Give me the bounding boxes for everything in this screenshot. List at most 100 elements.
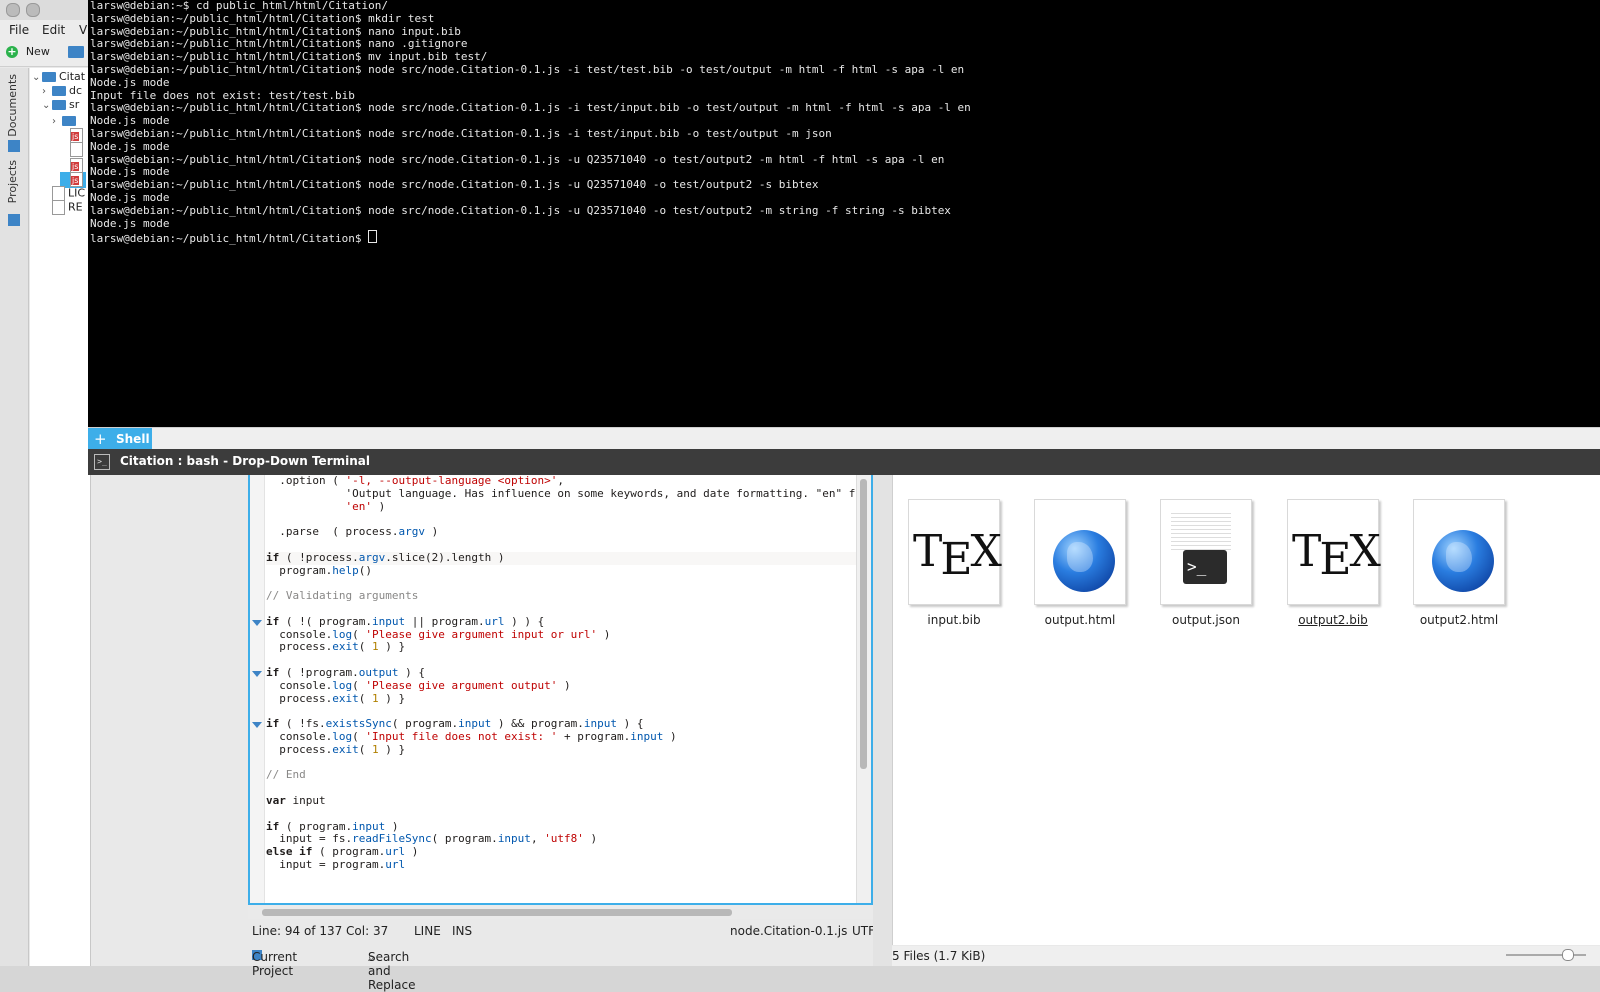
- tex-icon: TEX: [908, 499, 1002, 605]
- tab-projects[interactable]: Projects: [6, 160, 19, 203]
- tree-item[interactable]: RE: [42, 200, 83, 216]
- selection-mode[interactable]: LINE: [414, 924, 441, 938]
- documents-icon: [8, 140, 20, 152]
- terminal-prompt-line[interactable]: larsw@debian:~/public_html/html/Citation…: [90, 230, 1600, 246]
- projects-icon: [8, 214, 20, 226]
- file-count-status: 5 Files (1.7 KiB): [892, 949, 986, 963]
- window-menu-icon[interactable]: [6, 3, 20, 17]
- chevron-right-icon[interactable]: ›: [52, 116, 62, 127]
- terminal-line: Node.js mode: [90, 75, 170, 89]
- tab-documents[interactable]: Documents: [6, 74, 19, 137]
- folder-icon: [62, 116, 76, 126]
- hscroll-thumb[interactable]: [262, 909, 732, 916]
- tree-item-label: RE: [68, 200, 83, 214]
- editor-menubar: File Edit V: [0, 20, 90, 40]
- file-item[interactable]: TEX input.bib: [899, 499, 1009, 627]
- code-line: // End: [266, 768, 306, 782]
- terminal-output[interactable]: larsw@debian:~$ cd public_html/html/Cita…: [88, 0, 1600, 427]
- fold-arrow-icon[interactable]: [252, 671, 262, 677]
- chevron-down-icon[interactable]: ⌄: [42, 100, 52, 111]
- chevron-right-icon[interactable]: ›: [42, 86, 52, 97]
- file-item[interactable]: output2.html: [1404, 499, 1514, 627]
- code-line: program.help(): [266, 563, 372, 577]
- editor-toolbar: + New: [0, 40, 90, 67]
- terminal-line: larsw@debian:~/public_html/html/Citation…: [90, 178, 819, 192]
- file-name-status: node.Citation-0.1.js: [730, 924, 848, 938]
- terminal-icon: >_: [94, 454, 110, 470]
- js-file-icon: js: [70, 128, 83, 143]
- terminal-cursor: [368, 230, 378, 244]
- folder-icon: [52, 86, 66, 96]
- code-line: var input: [266, 793, 326, 807]
- insert-mode[interactable]: INS: [452, 924, 472, 938]
- chevron-down-icon[interactable]: ⌄: [32, 72, 42, 83]
- file-name: output.json: [1172, 613, 1240, 627]
- scroll-thumb[interactable]: [860, 479, 867, 769]
- code-line: // Validating arguments: [266, 589, 419, 603]
- code-line: input = program.url: [266, 857, 406, 871]
- globe-icon: [1034, 499, 1126, 605]
- terminal-line: Node.js mode: [90, 139, 170, 153]
- terminal-line: larsw@debian:~$ cd public_html/html/Cita…: [90, 0, 389, 12]
- code-line: 'en' ): [345, 499, 386, 513]
- window-minimize-icon[interactable]: [26, 3, 40, 17]
- text-file-icon: [52, 200, 65, 215]
- text-file-icon: [70, 142, 83, 157]
- zoom-slider[interactable]: [1506, 949, 1586, 961]
- editor-statusbar: Line: 94 of 137 Col: 37 LINE INS node.Ci…: [248, 921, 888, 941]
- bottom-toolview-tabs: Current Project ⌕ Search and Replace: [248, 944, 888, 992]
- folder-icon: [42, 72, 56, 82]
- new-document-button[interactable]: + New: [6, 44, 50, 62]
- new-tab-icon[interactable]: +: [94, 430, 107, 448]
- tree-item-label: dc: [69, 84, 83, 97]
- terminal-titlebar: >_ Citation : bash - Drop-Down Terminal: [88, 449, 1600, 475]
- menu-file[interactable]: File: [9, 23, 29, 37]
- panel-divider[interactable]: [873, 475, 892, 966]
- menu-view[interactable]: V: [79, 23, 87, 37]
- vertical-scrollbar[interactable]: [856, 475, 871, 903]
- menu-edit[interactable]: Edit: [42, 23, 65, 37]
- terminal-line: larsw@debian:~/public_html/html/Citation…: [90, 11, 435, 25]
- new-plus-icon: +: [6, 45, 18, 58]
- code-line: process.exit( 1 ) }: [266, 691, 406, 705]
- file-item[interactable]: >_ output.json: [1151, 499, 1261, 627]
- tree-item[interactable]: [60, 142, 86, 158]
- file-manager-view[interactable]: TEX input.bib output.html >_ output.json TEX o…: [892, 475, 1600, 945]
- terminal-line: larsw@debian:~/public_html/html/Citation…: [90, 62, 965, 76]
- tree-item-label: Citat: [59, 70, 86, 83]
- shell-tab-label: Shell: [116, 432, 150, 446]
- terminal-line: Node.js mode: [90, 190, 170, 204]
- file-name: output.html: [1044, 613, 1116, 627]
- fold-arrow-icon[interactable]: [252, 619, 262, 626]
- js-file-icon: js: [70, 158, 83, 173]
- zoom-handle[interactable]: [1562, 949, 1574, 961]
- current-project-label: Current Project: [252, 950, 298, 978]
- sidebar-tabs: Documents Projects: [0, 68, 29, 966]
- terminal-tabbar: + Shell: [88, 427, 1600, 450]
- folder-icon: [52, 100, 66, 110]
- cursor-position[interactable]: Line: 94 of 137 Col: 37: [252, 924, 388, 938]
- file-name: output2.html: [1419, 613, 1499, 627]
- code-line: process.exit( 1 ) }: [266, 742, 406, 756]
- project-tree: ⌄ Citat › dc ⌄ sr › js js js LIC RE: [30, 68, 91, 966]
- file-item[interactable]: TEX output2.bib: [1278, 499, 1388, 627]
- horizontal-scrollbar[interactable]: [248, 905, 873, 919]
- tab-shell[interactable]: + Shell: [88, 428, 152, 450]
- code-line: else if ( program.url ): [266, 845, 419, 859]
- code-text[interactable]: .option ( '-l, --output-language <option…: [266, 475, 869, 885]
- fold-arrow-icon[interactable]: [252, 722, 262, 729]
- terminal-line: larsw@debian:~/public_html/html/Citation…: [90, 126, 832, 140]
- tree-item-label: LIC: [68, 186, 86, 200]
- fold-gutter: [250, 475, 265, 903]
- new-label: New: [25, 45, 50, 58]
- terminal-script-icon: >_: [1160, 499, 1252, 605]
- code-line: .option ( '-l, --output-language <option…: [266, 475, 565, 487]
- file-item[interactable]: output.html: [1025, 499, 1135, 627]
- tree-item[interactable]: ⌄ sr: [42, 98, 79, 114]
- open-folder-icon[interactable]: [68, 46, 84, 58]
- code-editor[interactable]: .option ( '-l, --output-language <option…: [248, 475, 873, 905]
- terminal-line: Node.js mode: [90, 216, 170, 230]
